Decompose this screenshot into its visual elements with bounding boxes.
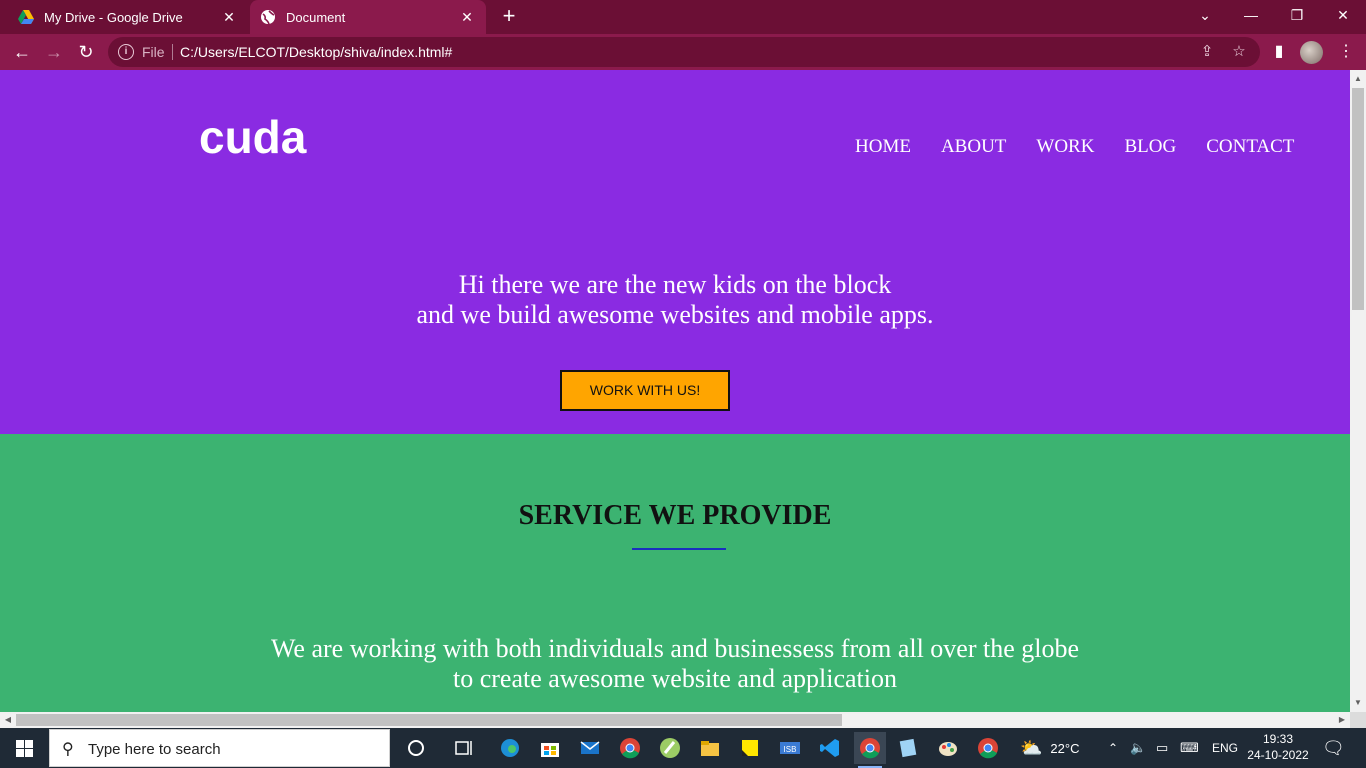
windows-logo-pane (25, 749, 33, 757)
info-icon[interactable]: i (118, 44, 134, 60)
services-title: SERVICE WE PROVIDE (518, 500, 832, 531)
minimize-button[interactable]: — (1228, 0, 1274, 30)
url-text[interactable]: C:/Users/ELCOT/Desktop/shiva/index.html# (180, 44, 452, 60)
page-viewport: cuda HOME ABOUT WORK BLOG CONTACT Hi the… (0, 70, 1350, 712)
search-placeholder: Type here to search (88, 741, 221, 758)
scroll-down-arrow-icon[interactable]: ▼ (1350, 696, 1366, 710)
language-indicator[interactable]: ENG (1212, 728, 1238, 768)
scroll-right-arrow-icon[interactable]: ▶ (1334, 712, 1350, 728)
windows-logo-icon (16, 740, 24, 748)
menu-kebab-icon[interactable]: ⋮ (1334, 40, 1358, 64)
hero-tagline: Hi there we are the new kids on the bloc… (0, 270, 1350, 330)
close-tab-icon[interactable]: ✕ (456, 9, 478, 26)
isb-app-icon[interactable]: ISB (774, 732, 806, 764)
tab-title: Document (286, 9, 346, 25)
scroll-left-arrow-icon[interactable]: ◀ (0, 712, 16, 728)
task-view-icon[interactable] (448, 732, 480, 764)
windows-taskbar: ⚲ Type here to search ISB ⛅ 22°C ⌃ 🔈 ▭ ⌨… (0, 728, 1366, 768)
new-tab-button[interactable]: + (496, 4, 522, 30)
site-logo[interactable]: cuda (199, 110, 306, 164)
hero-section: cuda HOME ABOUT WORK BLOG CONTACT Hi the… (0, 70, 1350, 434)
weather-temp: 22°C (1050, 740, 1080, 756)
edge-icon[interactable] (494, 732, 526, 764)
restore-button[interactable]: ❐ (1274, 0, 1320, 30)
scroll-up-arrow-icon[interactable]: ▲ (1350, 72, 1366, 86)
mail-icon[interactable] (574, 732, 606, 764)
vertical-scroll-thumb[interactable] (1352, 88, 1364, 310)
nav-work[interactable]: WORK (1036, 136, 1094, 158)
weather-widget[interactable]: ⛅ 22°C (1020, 728, 1079, 768)
microsoft-store-icon[interactable] (534, 732, 566, 764)
windows-logo-pane (25, 740, 33, 748)
tab-strip: My Drive - Google Drive ✕ Document ✕ + ⌄… (0, 0, 1366, 34)
chrome-profile-icon[interactable] (972, 732, 1004, 764)
tab-search-chevron-icon[interactable]: ⌄ (1182, 0, 1228, 30)
keyboard-icon[interactable]: ⌨ (1180, 728, 1199, 768)
services-line-1: We are working with both individuals and… (270, 634, 1080, 663)
windows-start-button[interactable] (0, 728, 48, 768)
scheme-label: File (142, 44, 165, 60)
hero-line-1: Hi there we are the new kids on the bloc… (458, 270, 892, 299)
profile-avatar[interactable] (1300, 41, 1323, 64)
browser-toolbar: ← → ↻ i File C:/Users/ELCOT/Desktop/shiv… (0, 34, 1366, 70)
weather-cloud-icon: ⛅ (1020, 737, 1043, 758)
close-tab-icon[interactable]: ✕ (218, 9, 240, 26)
tab-google-drive[interactable]: My Drive - Google Drive ✕ (0, 0, 248, 34)
tab-title: My Drive - Google Drive (44, 9, 183, 25)
services-section: SERVICE WE PROVIDE We are working with b… (0, 434, 1350, 712)
nav-contact[interactable]: CONTACT (1206, 136, 1294, 158)
nav-blog[interactable]: BLOG (1124, 136, 1176, 158)
notifications-icon[interactable]: 🗨 (1322, 728, 1345, 768)
google-drive-icon (18, 9, 34, 25)
main-nav: HOME ABOUT WORK BLOG CONTACT (825, 136, 1294, 158)
horizontal-scrollbar[interactable]: ◀ ▶ (0, 712, 1350, 728)
forward-button[interactable]: → (40, 38, 68, 66)
paint-icon[interactable] (932, 732, 964, 764)
vs-code-icon[interactable] (814, 732, 846, 764)
back-button[interactable]: ← (8, 38, 36, 66)
divider (172, 44, 173, 60)
services-description: We are working with both individuals and… (0, 634, 1350, 694)
system-clock[interactable]: 19:33 24-10-2022 (1244, 731, 1312, 763)
vertical-scrollbar[interactable]: ▲ ▼ (1350, 70, 1366, 712)
chrome-icon[interactable] (614, 732, 646, 764)
clock-time: 19:33 (1262, 732, 1294, 746)
side-panel-icon[interactable]: ▮ (1267, 40, 1291, 64)
globe-icon (260, 9, 276, 25)
network-icon[interactable]: ▭ (1156, 728, 1168, 768)
notepad-icon[interactable] (892, 732, 924, 764)
hero-line-2: and we build awesome websites and mobile… (416, 300, 934, 329)
work-with-us-button[interactable]: WORK WITH US! (560, 370, 730, 411)
android-studio-icon[interactable] (654, 732, 686, 764)
file-explorer-icon[interactable] (694, 732, 726, 764)
taskbar-search-box[interactable]: ⚲ Type here to search (49, 729, 390, 767)
close-window-button[interactable]: ✕ (1320, 0, 1366, 30)
scrollbar-corner (1350, 712, 1366, 728)
volume-icon[interactable]: 🔈 (1130, 728, 1146, 768)
bookmark-star-icon[interactable]: ☆ (1230, 43, 1248, 61)
show-hidden-icons-chevron-icon[interactable]: ⌃ (1108, 728, 1118, 768)
sticky-notes-icon[interactable] (734, 732, 766, 764)
share-icon[interactable]: ⇪ (1198, 43, 1216, 61)
horizontal-scroll-thumb[interactable] (16, 714, 842, 726)
clock-date: 24-10-2022 (1247, 748, 1309, 762)
services-line-2: to create awesome website and applicatio… (453, 664, 897, 693)
tab-document[interactable]: Document ✕ (250, 0, 486, 34)
cortana-icon[interactable] (400, 732, 432, 764)
windows-logo-pane (16, 749, 24, 757)
svg-text:ISB: ISB (784, 745, 797, 754)
chrome-active-icon[interactable] (854, 732, 886, 768)
nav-about[interactable]: ABOUT (941, 136, 1006, 158)
search-icon: ⚲ (62, 741, 74, 758)
title-underline (632, 548, 726, 550)
address-bar[interactable]: i File C:/Users/ELCOT/Desktop/shiva/inde… (108, 37, 1260, 67)
nav-home[interactable]: HOME (855, 136, 911, 158)
reload-button[interactable]: ↻ (72, 38, 100, 66)
